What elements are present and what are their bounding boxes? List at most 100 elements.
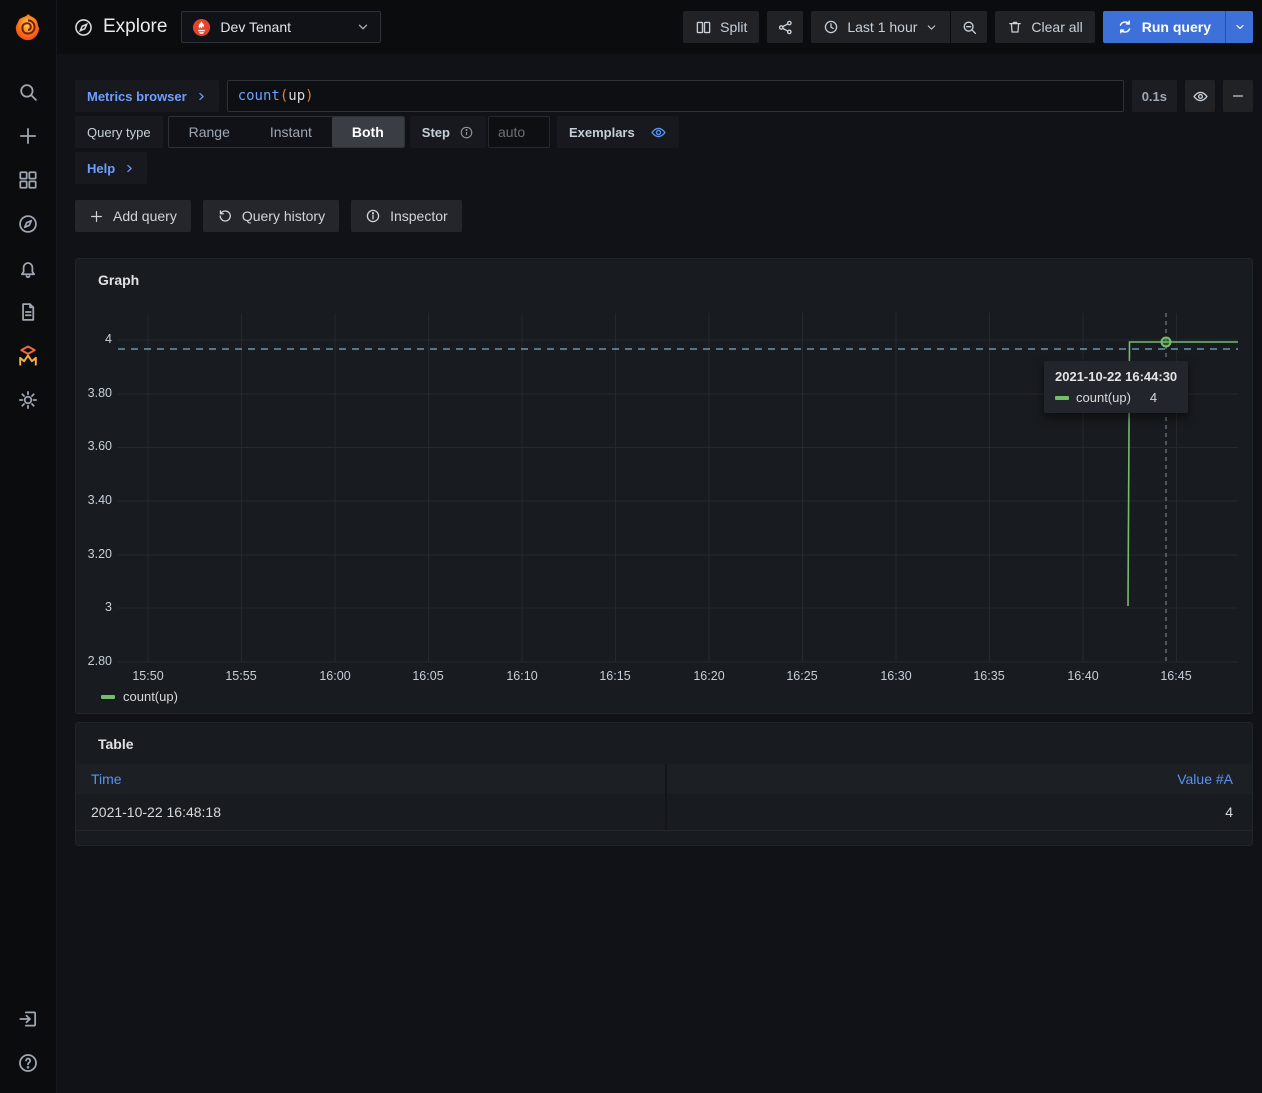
- grafana-app: Explore Dev Tenant Split: [0, 0, 1262, 1093]
- legend-swatch: [101, 695, 115, 699]
- sidebar: [0, 0, 57, 1093]
- results-table: Time Value #A 2021-10-22 16:48:18 4: [76, 764, 1252, 831]
- metrics-plugin-icon[interactable]: [0, 334, 57, 378]
- angle-right-icon: [196, 91, 207, 102]
- x-axis-tick: 16:20: [677, 669, 741, 683]
- chevron-down-icon: [1234, 21, 1246, 33]
- angle-right-icon: [124, 163, 135, 174]
- datasource-label: Dev Tenant: [220, 19, 347, 35]
- x-axis-tick: 16:35: [957, 669, 1021, 683]
- docs-icon[interactable]: [0, 290, 57, 334]
- x-axis-tick: 16:30: [864, 669, 928, 683]
- exemplars-eye-icon[interactable]: [650, 124, 667, 141]
- query-history-button[interactable]: Query history: [203, 200, 339, 232]
- sign-in-icon[interactable]: [0, 997, 57, 1041]
- graph-legend-item[interactable]: count(up): [101, 689, 178, 704]
- clock-icon: [823, 19, 839, 35]
- plus-icon: [89, 209, 104, 224]
- eye-icon: [1192, 88, 1209, 105]
- y-axis-tick: 3: [76, 600, 112, 614]
- toggle-query-visibility-button[interactable]: [1185, 80, 1215, 112]
- table-header-value[interactable]: Value #A: [665, 764, 1251, 794]
- y-axis-tick: 3.20: [76, 547, 112, 561]
- time-picker-group: Last 1 hour: [811, 11, 987, 43]
- graph-panel-title: Graph: [76, 259, 1252, 288]
- query-type-label: Query type: [75, 116, 163, 148]
- main-area: Explore Dev Tenant Split: [57, 0, 1262, 1093]
- search-icon[interactable]: [0, 70, 57, 114]
- series-line-count-up: [1128, 342, 1238, 606]
- x-axis-tick: 16:15: [583, 669, 647, 683]
- y-axis-tick: 2.80: [76, 654, 112, 668]
- time-range-button[interactable]: Last 1 hour: [811, 11, 950, 43]
- grafana-logo[interactable]: [13, 12, 43, 42]
- chevron-down-icon: [925, 21, 938, 34]
- query-type-instant[interactable]: Instant: [250, 117, 332, 147]
- y-axis-tick: 4: [76, 332, 112, 346]
- share-icon: [777, 19, 794, 36]
- inspector-button[interactable]: Inspector: [351, 200, 462, 232]
- table-row: 2021-10-22 16:48:18 4: [77, 794, 1251, 831]
- share-button[interactable]: [767, 11, 803, 43]
- page-title: Explore: [73, 16, 167, 38]
- add-icon[interactable]: [0, 114, 57, 158]
- history-icon: [217, 208, 233, 224]
- table-header-row: Time Value #A: [77, 764, 1251, 794]
- run-query-caret-button[interactable]: [1225, 11, 1253, 43]
- zoom-out-icon: [961, 19, 978, 36]
- datasource-picker[interactable]: Dev Tenant: [181, 11, 381, 43]
- prometheus-icon: [192, 18, 211, 37]
- help-button[interactable]: Help: [75, 152, 147, 184]
- explore-content: Metrics browser count(up) 0.1s Query typ…: [57, 54, 1262, 1093]
- run-query-button[interactable]: Run query: [1103, 11, 1225, 43]
- x-axis-tick: 15:55: [209, 669, 273, 683]
- x-axis-tick: 16:25: [770, 669, 834, 683]
- query-type-range[interactable]: Range: [169, 117, 250, 147]
- hover-point-marker: [1162, 338, 1171, 347]
- split-button[interactable]: Split: [683, 11, 759, 43]
- query-row: Metrics browser count(up) 0.1s: [75, 80, 1253, 112]
- info-circle-icon: [365, 208, 381, 224]
- x-axis-tick: 16:00: [303, 669, 367, 683]
- grid-lines: [118, 313, 1238, 662]
- x-axis-tick: 16:45: [1144, 669, 1208, 683]
- y-axis-tick: 3.80: [76, 386, 112, 400]
- y-axis-tick: 3.40: [76, 493, 112, 507]
- query-actions-row: Add query Query history Inspector: [75, 200, 1253, 232]
- run-query-split-button: Run query: [1103, 11, 1253, 43]
- y-axis-tick: 3.60: [76, 439, 112, 453]
- settings-gear-icon[interactable]: [0, 378, 57, 422]
- alerting-bell-icon[interactable]: [0, 246, 57, 290]
- x-axis-tick: 15:50: [116, 669, 180, 683]
- time-series-chart[interactable]: [118, 311, 1238, 663]
- exemplars-label: Exemplars: [557, 116, 679, 148]
- dashboards-icon[interactable]: [0, 158, 57, 202]
- table-header-time[interactable]: Time: [77, 764, 665, 794]
- query-options-row: Query type Range Instant Both Step Exemp…: [75, 116, 1253, 148]
- topbar: Explore Dev Tenant Split: [57, 0, 1262, 54]
- metrics-browser-button[interactable]: Metrics browser: [75, 80, 219, 112]
- zoom-out-button[interactable]: [951, 11, 987, 43]
- explore-compass-icon: [73, 17, 94, 38]
- x-axis-tick: 16:10: [490, 669, 554, 683]
- add-query-button[interactable]: Add query: [75, 200, 191, 232]
- topbar-actions: Split Last 1 hour: [683, 11, 1253, 43]
- remove-query-button[interactable]: [1223, 80, 1253, 112]
- query-type-both[interactable]: Both: [332, 117, 404, 147]
- help-icon[interactable]: [0, 1041, 57, 1085]
- query-type-toggle: Range Instant Both: [168, 116, 405, 148]
- table-panel: Table Time Value #A 2021-10-22 16:48:18 …: [75, 722, 1253, 846]
- minus-icon: [1230, 88, 1246, 104]
- legend-label: count(up): [123, 689, 178, 704]
- promql-query-input[interactable]: count(up): [227, 80, 1124, 112]
- x-axis-tick: 16:40: [1051, 669, 1115, 683]
- split-columns-icon: [695, 19, 712, 36]
- graph-panel: Graph 4 3.80 3.60 3.40 3.20 3 2.80 15:50…: [75, 258, 1253, 714]
- table-cell-time: 2021-10-22 16:48:18: [77, 794, 665, 830]
- explore-compass-icon[interactable]: [0, 202, 57, 246]
- clear-all-button[interactable]: Clear all: [995, 11, 1094, 43]
- x-axis-tick: 16:05: [396, 669, 460, 683]
- step-input[interactable]: [488, 116, 550, 148]
- help-row: Help: [75, 152, 1253, 184]
- table-panel-title: Table: [76, 723, 1252, 752]
